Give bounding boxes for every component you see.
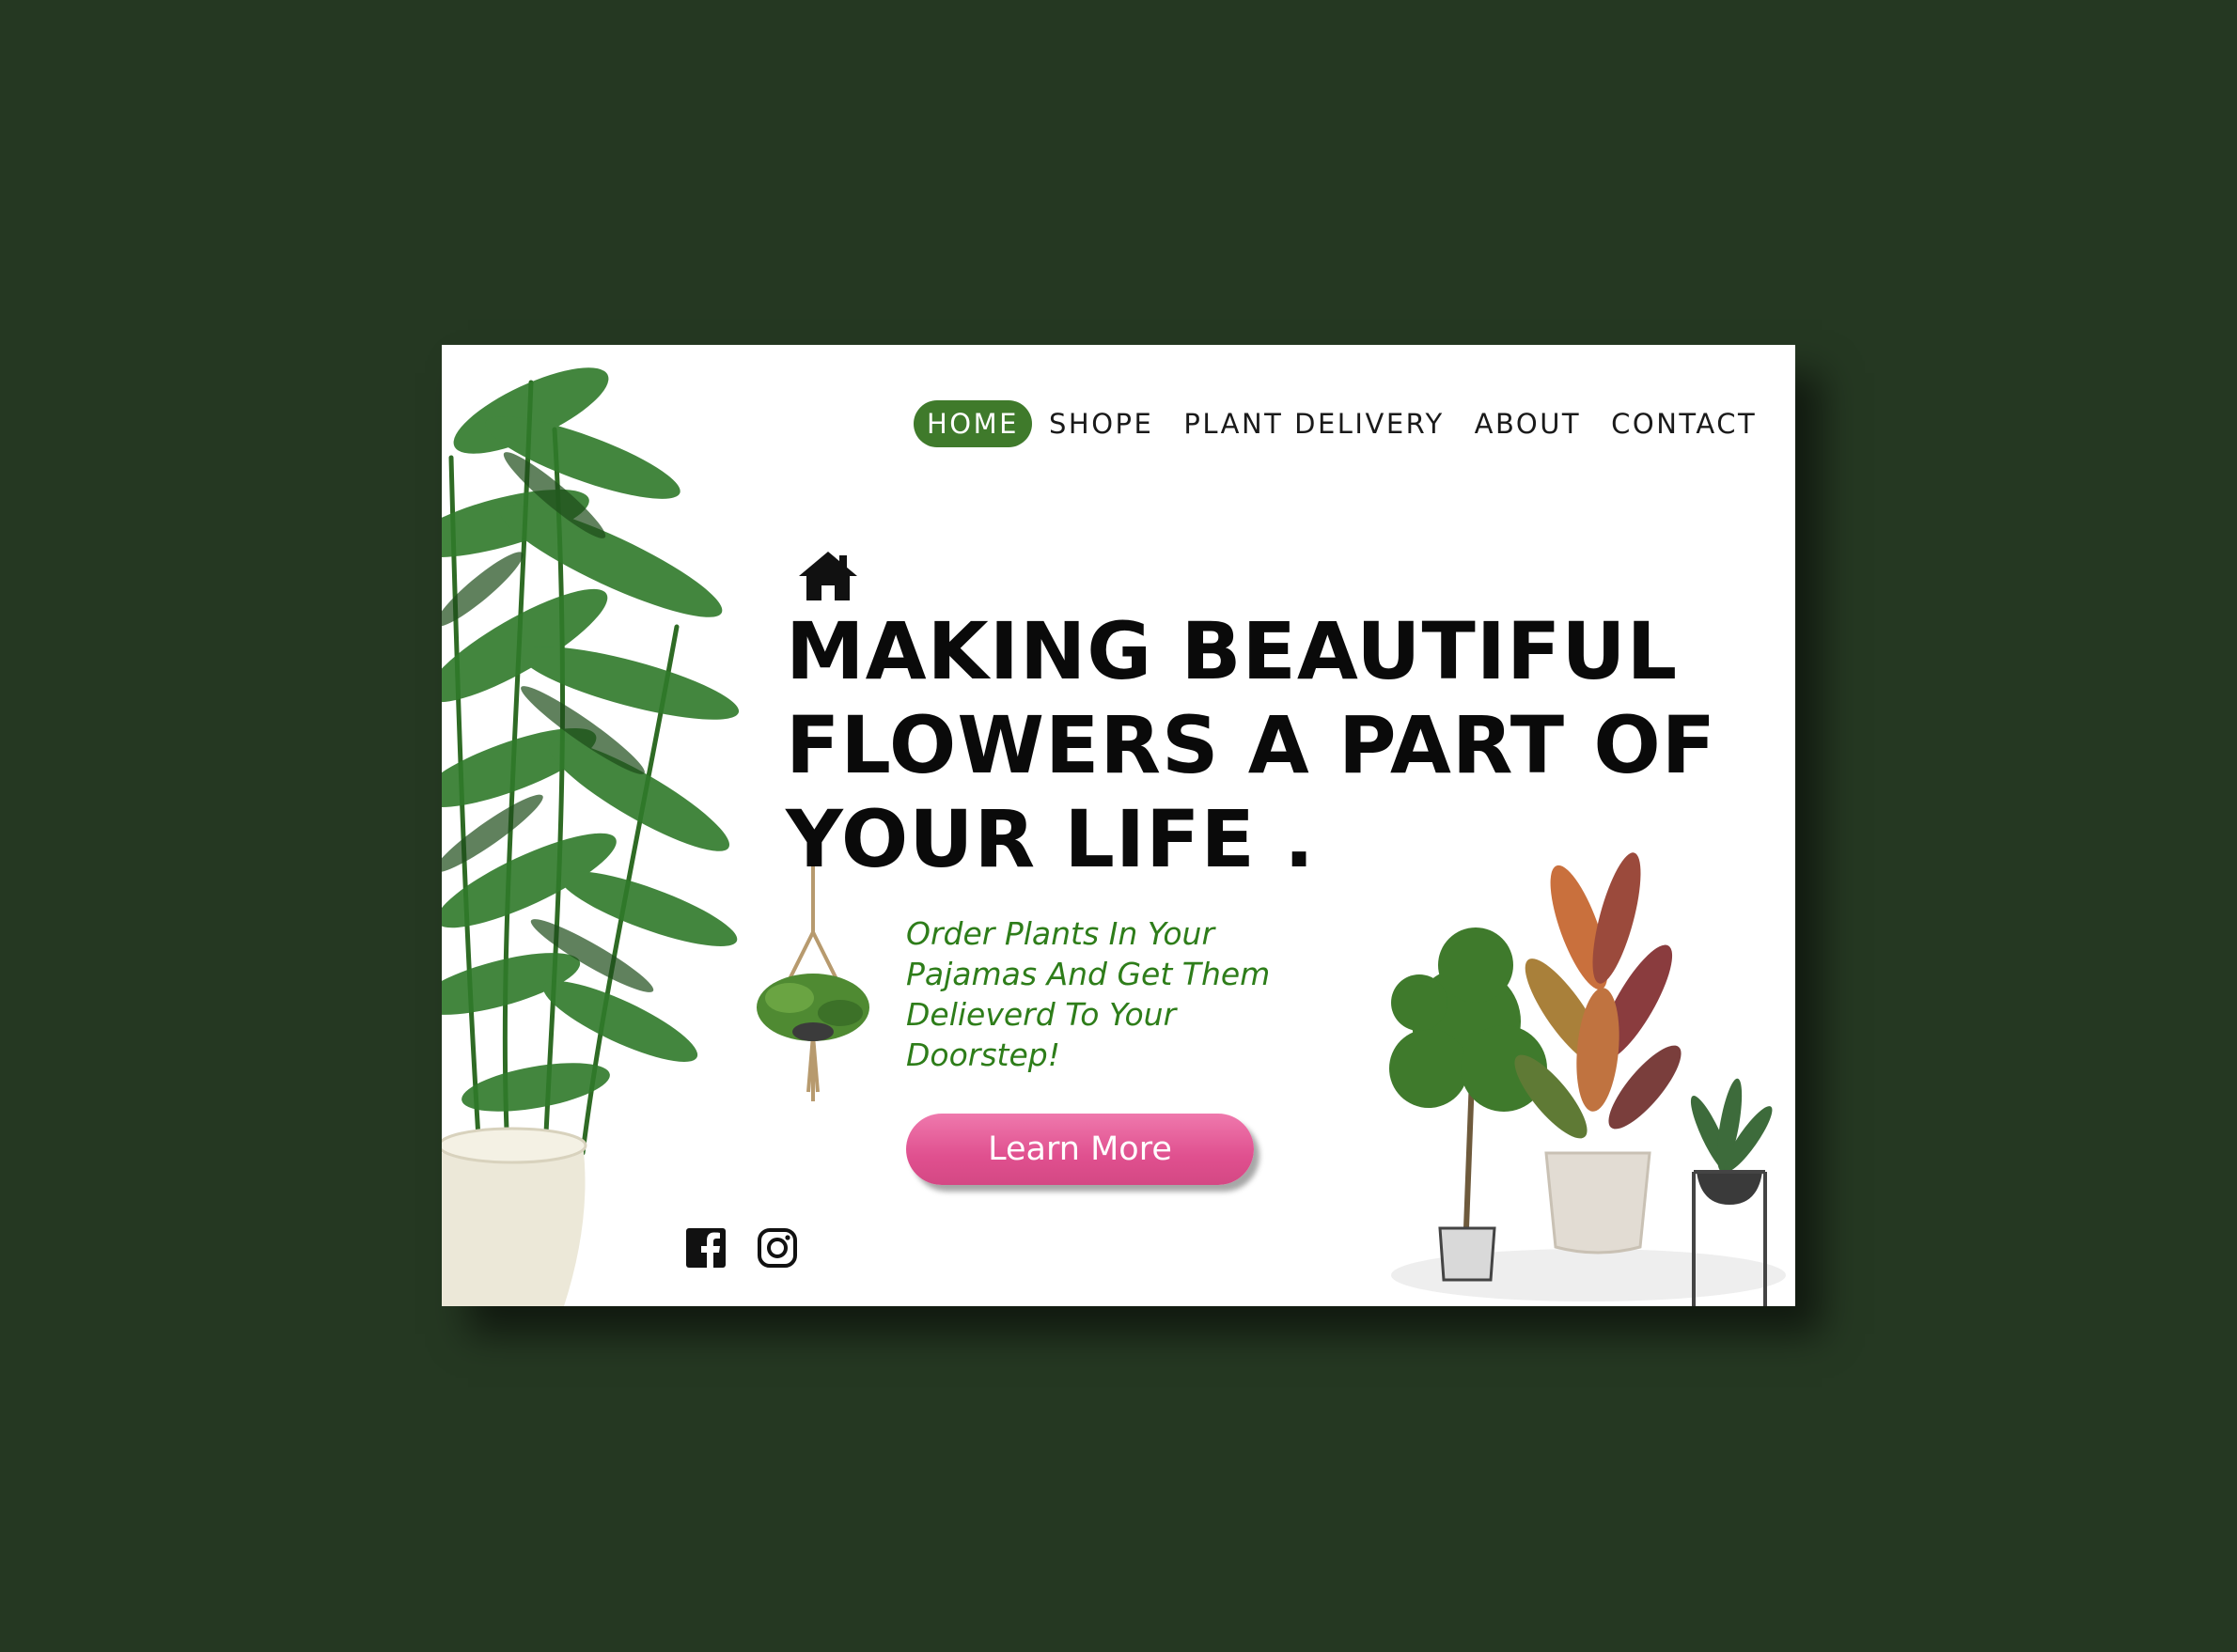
nav-about[interactable]: ABOUT (1462, 400, 1595, 447)
nav-shope[interactable]: SHOPE (1036, 400, 1166, 447)
palm-plant-illustration (442, 367, 740, 1306)
nav-plant-delivery[interactable]: PLANT DELIVERY (1170, 400, 1457, 447)
home-icon (799, 552, 857, 600)
hanging-plant-illustration (757, 866, 869, 1101)
landing-page: HOME SHOPE PLANT DELIVERY ABOUT CONTACT … (442, 345, 1795, 1306)
main-nav: HOME SHOPE PLANT DELIVERY ABOUT CONTACT (914, 400, 1770, 447)
nav-contact[interactable]: CONTACT (1598, 400, 1770, 447)
hero-headline: MAKING BEAUTIFUL FLOWERS A PART OF YOUR … (786, 605, 1717, 885)
potted-plants-illustration (1389, 852, 1786, 1306)
instagram-icon[interactable] (756, 1226, 799, 1270)
learn-more-button[interactable]: Learn More (906, 1114, 1254, 1185)
hero-tagline: Order Plants In Your Pajamas And Get The… (906, 915, 1271, 1073)
nav-home[interactable]: HOME (914, 400, 1032, 447)
facebook-icon[interactable] (684, 1226, 727, 1270)
